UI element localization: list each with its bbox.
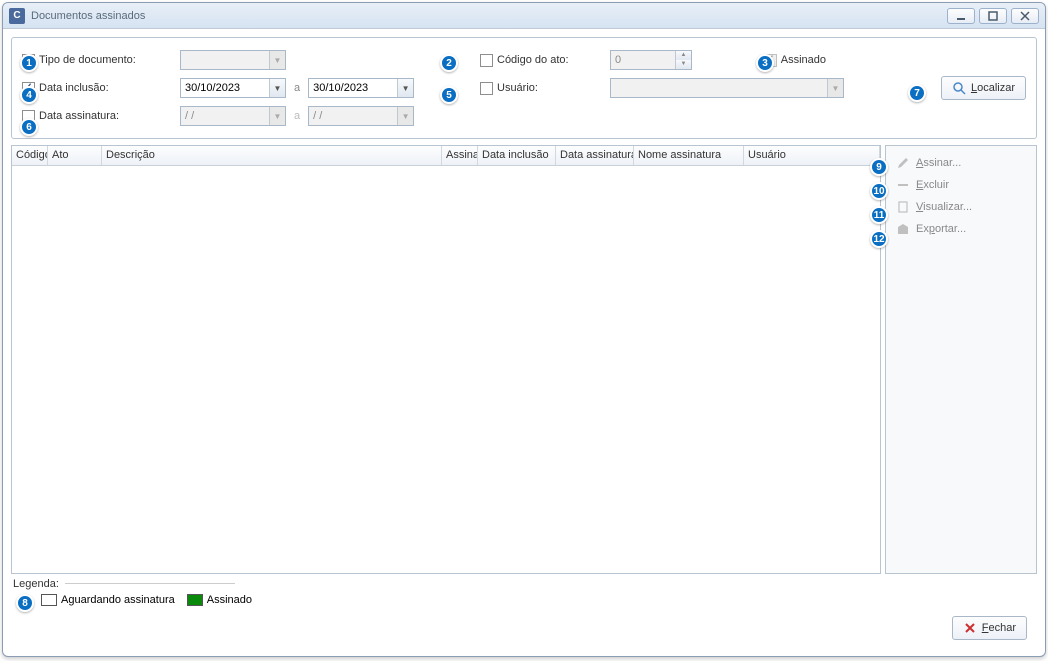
minus-icon	[896, 178, 910, 192]
callout-10: 10	[870, 182, 888, 200]
usuario-checkbox[interactable]	[480, 82, 493, 95]
actions-panel: Assinar... Excluir Visualizar... Exporta…	[885, 145, 1037, 574]
content-area: Tipo de documento: ▼ Código do ato: 0 ▲▼	[3, 29, 1045, 656]
date-separator: a	[290, 110, 304, 122]
close-button[interactable]	[1011, 8, 1039, 24]
legend-aguardando: Aguardando assinatura	[41, 594, 175, 606]
grid-header: Código Ato Descrição Assinado Data inclu…	[12, 146, 880, 166]
usuario-combo[interactable]: ▼	[610, 78, 844, 98]
titlebar: C Documentos assinados	[3, 3, 1045, 29]
callout-6: 6	[20, 118, 38, 136]
legend-assinado: Assinado	[187, 594, 252, 606]
exportar-action[interactable]: Exportar...	[890, 218, 1032, 240]
window-controls	[947, 8, 1039, 24]
callout-3: 3	[756, 54, 774, 72]
data-inclusao-label: Data inclusão:	[39, 82, 109, 94]
col-descricao[interactable]: Descrição	[102, 146, 442, 165]
export-icon	[896, 222, 910, 236]
excluir-label: Excluir	[916, 179, 949, 191]
visualizar-action[interactable]: Visualizar...	[890, 196, 1032, 218]
col-assinado[interactable]: Assinado	[442, 146, 478, 165]
swatch-green	[187, 594, 203, 606]
callout-1: 1	[20, 54, 38, 72]
tipo-documento-combo[interactable]: ▼	[180, 50, 286, 70]
legend-row: Legenda:	[11, 574, 1037, 590]
localizar-button[interactable]: Localizar	[941, 76, 1026, 100]
window-frame: C Documentos assinados Tipo de documento…	[2, 2, 1046, 657]
callout-7: 7	[908, 84, 926, 102]
app-icon: C	[9, 8, 25, 24]
window-title: Documentos assinados	[31, 10, 947, 22]
legend-divider	[65, 583, 235, 584]
callout-8: 8	[16, 594, 34, 612]
pencil-icon	[896, 156, 910, 170]
chevron-down-icon: ▼	[827, 79, 843, 97]
callout-11: 11	[870, 206, 888, 224]
data-assinatura-to[interactable]: / /▼	[308, 106, 414, 126]
chevron-down-icon: ▼	[269, 51, 285, 69]
chevron-down-icon: ▼	[397, 107, 413, 125]
codigo-ato-spin[interactable]: 0 ▲▼	[610, 50, 692, 70]
spin-up-icon: ▲	[676, 51, 691, 60]
date-separator: a	[290, 82, 304, 94]
minimize-button[interactable]	[947, 8, 975, 24]
assinar-label: Assinar...	[916, 157, 961, 169]
legend-items: Aguardando assinatura Assinado	[11, 590, 1037, 612]
codigo-ato-label: Código do ato:	[497, 54, 569, 66]
exportar-label: Exportar...	[916, 223, 966, 235]
visualizar-label: Visualizar...	[916, 201, 972, 213]
fechar-label: Fechar	[982, 622, 1016, 634]
callout-9: 9	[870, 158, 888, 176]
col-data-inclusao[interactable]: Data inclusão	[478, 146, 556, 165]
results-grid: Código Ato Descrição Assinado Data inclu…	[11, 145, 881, 574]
assinar-action[interactable]: Assinar...	[890, 152, 1032, 174]
swatch-white	[41, 594, 57, 606]
data-inclusao-to[interactable]: 30/10/2023▼	[308, 78, 414, 98]
data-assinatura-from[interactable]: / /▼	[180, 106, 286, 126]
col-usuario[interactable]: Usuário	[744, 146, 880, 165]
fechar-button[interactable]: Fechar	[952, 616, 1027, 640]
grid-body[interactable]	[12, 166, 880, 573]
chevron-down-icon: ▼	[269, 107, 285, 125]
localizar-label: Localizar	[971, 82, 1015, 94]
filter-panel: Tipo de documento: ▼ Código do ato: 0 ▲▼	[11, 37, 1037, 139]
spin-down-icon: ▼	[676, 60, 691, 69]
callout-2: 2	[440, 54, 458, 72]
callout-4: 4	[20, 86, 38, 104]
data-inclusao-from[interactable]: 30/10/2023▼	[180, 78, 286, 98]
maximize-button[interactable]	[979, 8, 1007, 24]
document-icon	[896, 200, 910, 214]
col-ato[interactable]: Ato	[48, 146, 102, 165]
chevron-down-icon: ▼	[269, 79, 285, 97]
tipo-documento-label: Tipo de documento:	[39, 54, 136, 66]
callout-5: 5	[440, 86, 458, 104]
codigo-ato-checkbox[interactable]	[480, 54, 493, 67]
col-nome-assinatura[interactable]: Nome assinatura	[634, 146, 744, 165]
callout-12: 12	[870, 230, 888, 248]
legend-label: Legenda:	[13, 578, 59, 590]
close-x-icon	[963, 621, 977, 635]
usuario-label: Usuário:	[497, 82, 538, 94]
footer: Fechar	[11, 612, 1037, 648]
data-assinatura-label: Data assinatura:	[39, 110, 119, 122]
col-codigo[interactable]: Código	[12, 146, 48, 165]
col-data-assinatura[interactable]: Data assinatura	[556, 146, 634, 165]
excluir-action[interactable]: Excluir	[890, 174, 1032, 196]
search-icon	[952, 81, 966, 95]
assinado-label: Assinado	[781, 54, 826, 66]
chevron-down-icon: ▼	[397, 79, 413, 97]
